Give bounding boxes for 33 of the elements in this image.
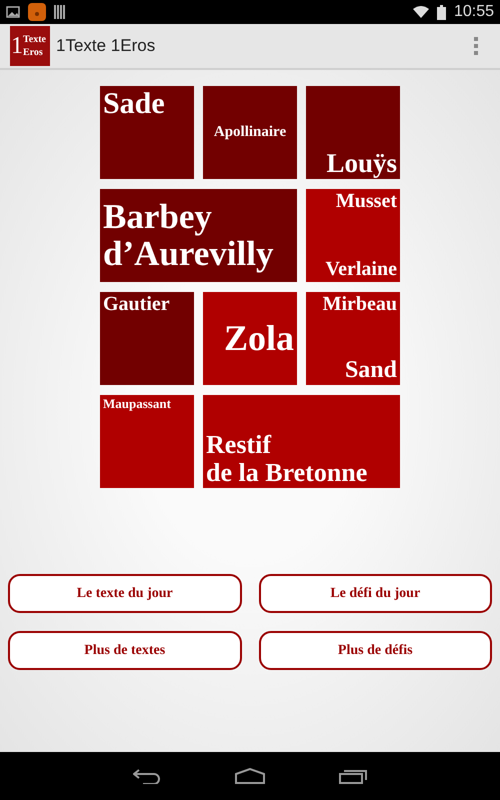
menu-button[interactable]: Le texte du jour bbox=[8, 574, 242, 613]
author-name: Maupassant bbox=[103, 397, 171, 411]
author-name: Sade bbox=[103, 88, 165, 120]
author-name: Restif bbox=[206, 431, 271, 459]
author-name: de la Bretonne bbox=[206, 458, 368, 486]
author-tile[interactable]: Barbey d’Aurevilly bbox=[100, 189, 297, 282]
author-name: d’Aurevilly bbox=[103, 236, 274, 272]
author-tile[interactable]: Musset Verlaine bbox=[306, 189, 400, 282]
clock-time: 10:55 bbox=[454, 3, 494, 21]
author-name: Apollinaire bbox=[214, 124, 286, 140]
logo-digit: 1 bbox=[10, 34, 23, 58]
menu-button[interactable]: Plus de textes bbox=[8, 631, 242, 670]
author-tile[interactable]: Apollinaire bbox=[203, 86, 297, 179]
logo-text: Texte bbox=[23, 33, 46, 46]
author-name: Louÿs bbox=[326, 148, 397, 177]
author-name: Zola bbox=[224, 320, 294, 358]
author-tile[interactable]: Restif de la Bretonne bbox=[203, 395, 400, 488]
author-name: Mirbeau bbox=[322, 294, 397, 315]
menu-button[interactable]: Plus de défis bbox=[258, 631, 492, 670]
author-name: Gautier bbox=[103, 294, 170, 315]
author-tile[interactable]: Zola bbox=[203, 292, 297, 385]
app-title: 1Texte 1Eros bbox=[56, 36, 156, 56]
menu-button[interactable]: Le défi du jour bbox=[258, 574, 492, 613]
author-name: Verlaine bbox=[326, 259, 397, 280]
author-name: Sand bbox=[344, 358, 397, 383]
author-tile[interactable]: Maupassant bbox=[100, 395, 194, 488]
author-name: Barbey bbox=[103, 198, 212, 236]
author-tile[interactable]: Mirbeau Sand bbox=[306, 292, 400, 385]
author-tile[interactable]: Louÿs bbox=[306, 86, 400, 179]
author-name: Musset bbox=[336, 191, 397, 212]
logo-text: Eros bbox=[23, 46, 44, 59]
author-tile[interactable]: Gautier bbox=[100, 292, 194, 385]
author-tile[interactable]: Sade bbox=[100, 86, 194, 179]
